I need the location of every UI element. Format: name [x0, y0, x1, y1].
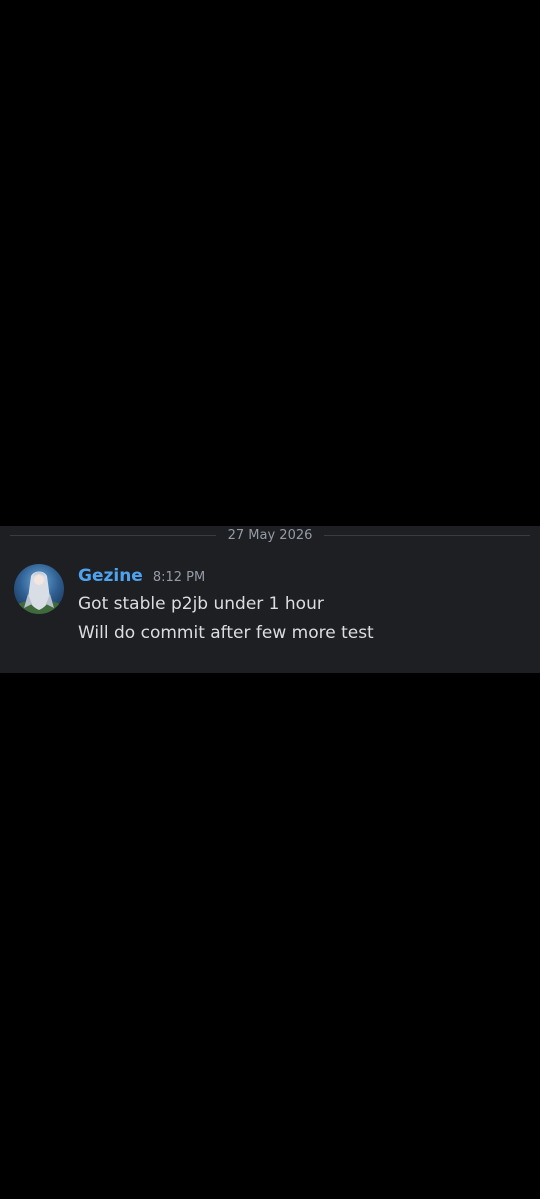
divider-line-left: [10, 534, 216, 536]
message-text-line: Got stable p2jb under 1 hour: [78, 594, 324, 614]
chat-message-panel: 27 May 2026 Gezine 8:12 PM Got stable p2…: [0, 526, 540, 673]
message-text-line: Will do commit after few more test: [78, 623, 374, 643]
username[interactable]: Gezine: [78, 566, 143, 586]
date-divider: 27 May 2026: [10, 526, 530, 544]
message-header: Gezine 8:12 PM: [78, 566, 205, 590]
message-timestamp: 8:12 PM: [152, 570, 206, 585]
user-avatar[interactable]: [14, 564, 64, 614]
divider-line-right: [324, 534, 530, 536]
date-label: 27 May 2026: [227, 527, 313, 543]
avatar-image-icon: [14, 564, 64, 614]
